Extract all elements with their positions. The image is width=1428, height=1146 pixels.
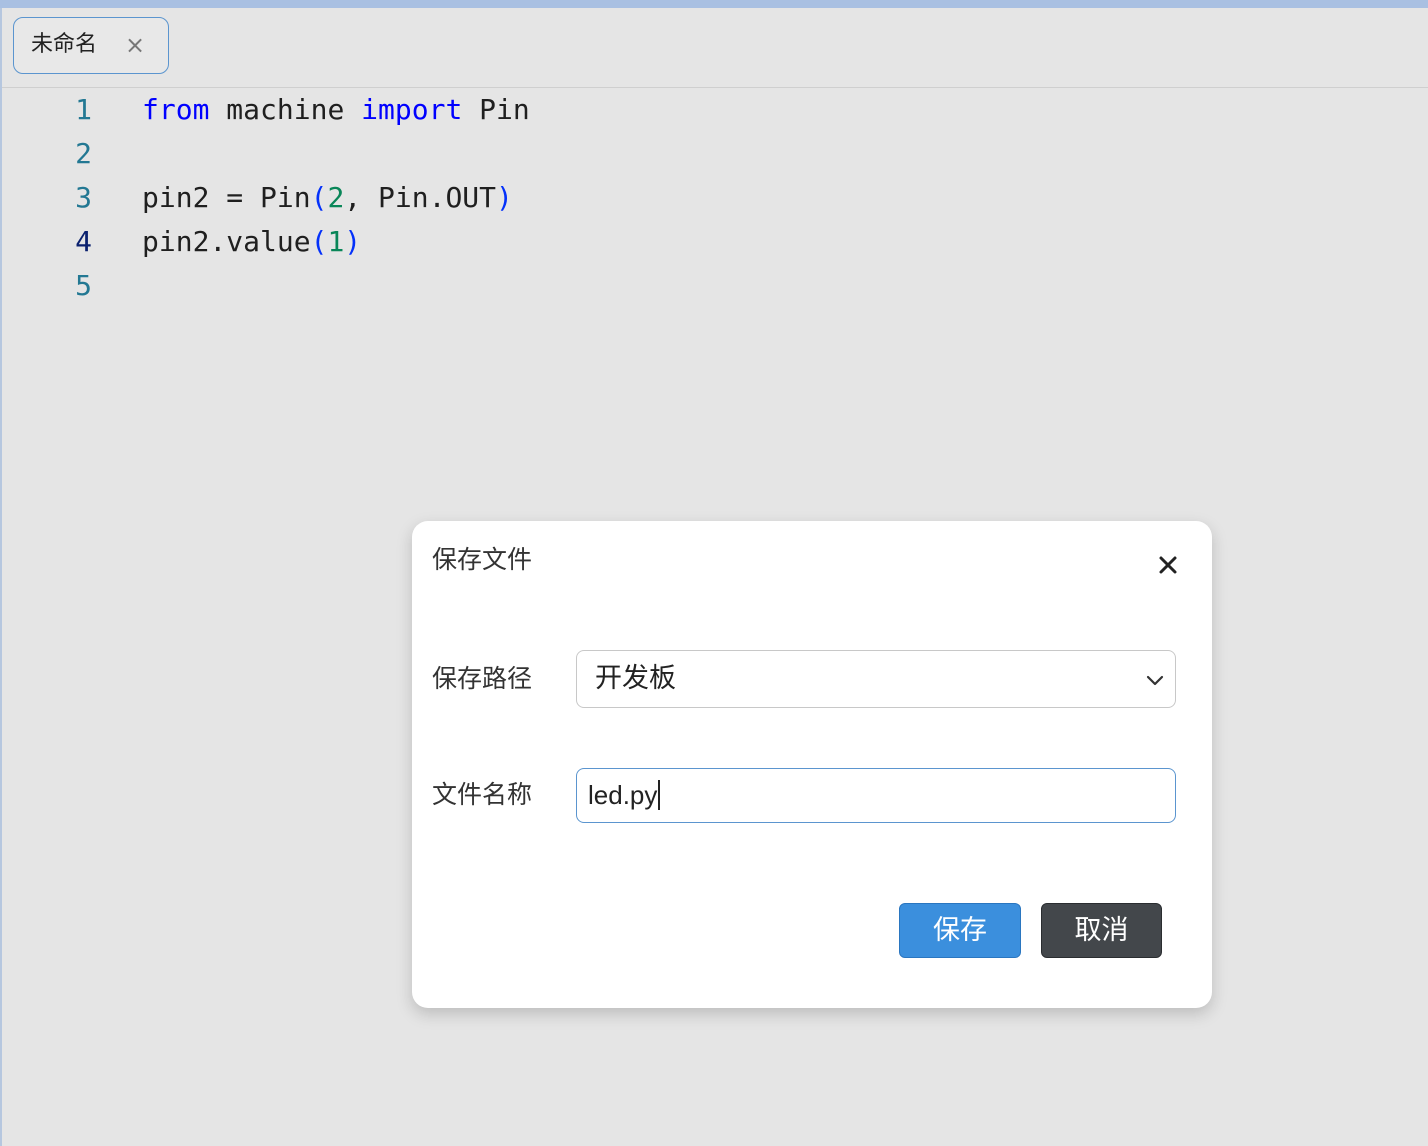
dialog-title: 保存文件 — [432, 545, 533, 574]
code-line: 3 pin2 = Pin(2, Pin.OUT) — [2, 176, 1002, 220]
line-number: 3 — [75, 181, 92, 214]
code-line: 4 pin2.value(1) — [2, 220, 1002, 264]
save-button[interactable]: 保存 — [899, 903, 1021, 958]
tab-close-icon[interactable]: × — [124, 33, 146, 57]
close-icon[interactable] — [1154, 551, 1182, 579]
tab-bar: 未命名 × — [2, 8, 1428, 88]
number-token: 2 — [327, 181, 345, 214]
code-text: pin2 = Pin(2, Pin.OUT) — [142, 176, 513, 220]
tab-label: 未命名 — [31, 32, 98, 57]
identifier-token: machine — [209, 93, 362, 126]
path-label: 保存路径 — [432, 664, 533, 693]
code-line: 2 — [2, 132, 1002, 176]
top-strip — [0, 0, 1428, 8]
code-line: 5 — [2, 264, 1002, 308]
keyword-token: import — [361, 93, 463, 126]
keyword-token: from — [142, 93, 210, 126]
identifier-token: , Pin.OUT — [344, 181, 497, 214]
number-token: 1 — [327, 225, 345, 258]
paren-token: ) — [496, 181, 513, 214]
code-line: 1 from machine import Pin — [2, 88, 1002, 132]
line-number: 2 — [75, 137, 92, 170]
tab-untitled[interactable]: 未命名 × — [13, 17, 169, 74]
cancel-button[interactable]: 取消 — [1041, 903, 1162, 958]
identifier-token: pin2.value — [142, 225, 311, 258]
chevron-down-icon — [1145, 670, 1165, 690]
filename-label: 文件名称 — [432, 780, 533, 809]
code-text: from machine import Pin — [142, 88, 530, 132]
filename-input[interactable]: led.py — [576, 768, 1176, 823]
filename-text: led.py — [588, 780, 658, 810]
identifier-token: pin2 = Pin — [142, 181, 311, 214]
save-file-dialog: 保存文件 保存路径 开发板 文件名称 led.py 保存 取消 — [412, 521, 1212, 1008]
save-path-select[interactable]: 开发板 — [576, 650, 1176, 708]
filename-value: led.py — [588, 779, 661, 811]
identifier-token: Pin — [462, 93, 530, 126]
paren-token: ) — [344, 225, 362, 258]
line-number: 1 — [75, 93, 92, 126]
paren-token: ( — [310, 181, 328, 214]
text-caret — [658, 780, 661, 810]
code-text: pin2.value(1) — [142, 220, 361, 264]
line-number: 5 — [75, 269, 92, 302]
save-path-value: 开发板 — [595, 663, 676, 694]
app-window: 未命名 × 1 from machine import Pin 2 3 pin2… — [0, 0, 1428, 1146]
paren-token: ( — [310, 225, 328, 258]
line-number: 4 — [75, 225, 92, 258]
